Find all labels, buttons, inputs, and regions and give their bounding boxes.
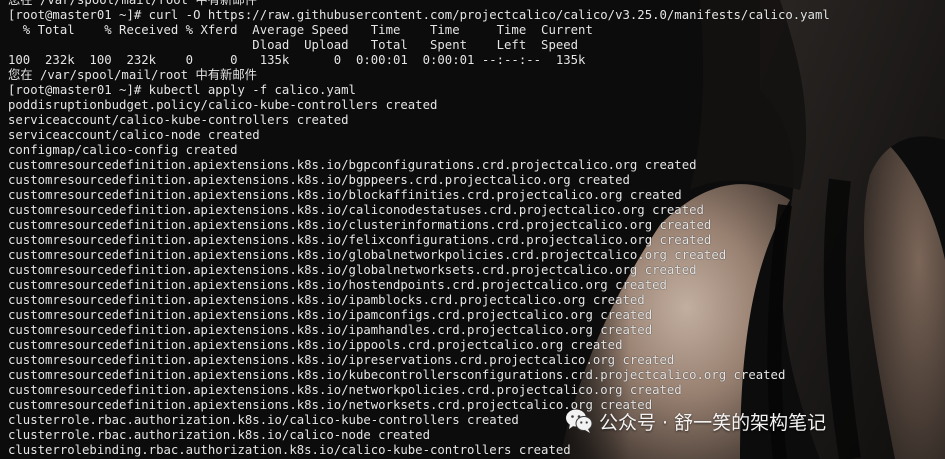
terminal-line: customresourcedefinition.apiextensions.k… — [8, 263, 697, 277]
terminal-line: customresourcedefinition.apiextensions.k… — [8, 368, 786, 382]
terminal-line: customresourcedefinition.apiextensions.k… — [8, 203, 704, 217]
terminal-line: customresourcedefinition.apiextensions.k… — [8, 158, 697, 172]
terminal-line: [root@master01 ~]# kubectl apply -f cali… — [8, 83, 356, 97]
terminal-line: customresourcedefinition.apiextensions.k… — [8, 218, 712, 232]
terminal-line: customresourcedefinition.apiextensions.k… — [8, 383, 682, 397]
terminal-line: 您在 /var/spool/mail/root 中有新邮件 — [8, 68, 257, 82]
terminal-line: 100 232k 100 232k 0 0 135k 0 0:00:01 0:0… — [8, 53, 586, 67]
terminal-line: clusterrole.rbac.authorization.k8s.io/ca… — [8, 428, 430, 442]
terminal-line: poddisruptionbudget.policy/calico-kube-c… — [8, 98, 438, 112]
terminal-line: serviceaccount/calico-node created — [8, 128, 260, 142]
terminal-line: customresourcedefinition.apiextensions.k… — [8, 398, 653, 412]
terminal-line: customresourcedefinition.apiextensions.k… — [8, 293, 645, 307]
terminal-output: 您在 /var/spool/mail/root 中有新邮件 [root@maste… — [8, 0, 830, 458]
terminal-line: clusterrole.rbac.authorization.k8s.io/ca… — [8, 413, 519, 427]
terminal-line: customresourcedefinition.apiextensions.k… — [8, 248, 727, 262]
terminal-line: customresourcedefinition.apiextensions.k… — [8, 308, 653, 322]
terminal-line: customresourcedefinition.apiextensions.k… — [8, 323, 653, 337]
terminal-line: customresourcedefinition.apiextensions.k… — [8, 233, 712, 247]
terminal-line: [root@master01 ~]# curl -O https://raw.g… — [8, 8, 830, 22]
terminal-line: clusterrolebinding.rbac.authorization.k8… — [8, 443, 571, 457]
terminal-line: customresourcedefinition.apiextensions.k… — [8, 188, 682, 202]
terminal-line: Dload Upload Total Spent Left Speed — [8, 38, 579, 52]
terminal-window[interactable]: 您在 /var/spool/mail/root 中有新邮件 [root@maste… — [0, 0, 945, 459]
terminal-line: customresourcedefinition.apiextensions.k… — [8, 173, 630, 187]
terminal-line: customresourcedefinition.apiextensions.k… — [8, 353, 675, 367]
terminal-line: customresourcedefinition.apiextensions.k… — [8, 278, 667, 292]
terminal-line: 您在 /var/spool/mail/root 中有新邮件 — [8, 0, 257, 7]
terminal-line: configmap/calico-config created — [8, 143, 238, 157]
terminal-line: customresourcedefinition.apiextensions.k… — [8, 338, 623, 352]
terminal-line: % Total % Received % Xferd Average Speed… — [8, 23, 593, 37]
terminal-line: serviceaccount/calico-kube-controllers c… — [8, 113, 349, 127]
